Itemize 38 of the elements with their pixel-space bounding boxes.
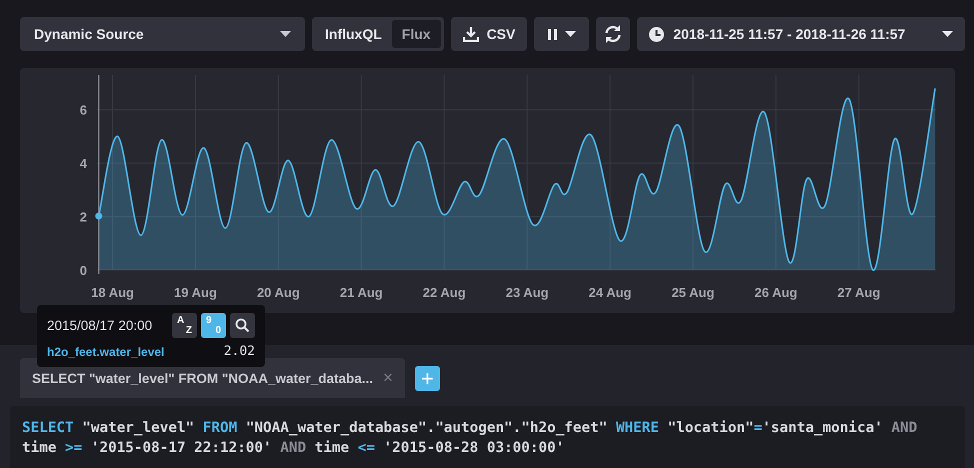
query-line: time >= '2015-08-17 22:12:00' AND time <= '2015-08-28 03:00:00' [22,439,566,458]
download-icon [462,26,479,42]
x-axis-label: 21 Aug [340,285,383,300]
refresh-icon [603,24,624,44]
x-axis-label: 27 Aug [837,285,880,300]
tooltip-series-name: h2o_feet.water_level [47,344,164,358]
source-dropdown[interactable]: Dynamic Source [20,17,305,51]
pause-icon [548,28,557,40]
refresh-button[interactable] [596,17,630,51]
x-axis-label: 26 Aug [754,285,798,300]
x-axis-label: 22 Aug [422,285,466,300]
search-icon [235,318,250,333]
query-editor[interactable]: SELECT "water_level" FROM "NOAA_water_database"."autogen"."h2o_feet" WHERE "location"='santa_monica' AND time >= '2015-08-17 22:12:00' AND time <= '2015-08-28 03:00:00' [10,406,965,468]
time-range-dropdown[interactable]: 2018-11-25 11:57 - 2018-11-26 11:57 [637,17,965,51]
tooltip-time: 2015/08/17 20:00 [47,318,152,333]
y-axis-label: 4 [80,156,87,172]
caret-icon [942,31,953,37]
caret-icon [564,31,576,37]
csv-button[interactable]: CSV [450,17,528,51]
tooltip-value: 2.02 [224,344,255,359]
hover-point [95,212,102,220]
clock-icon [649,26,664,42]
y-axis-label: 2 [80,210,87,225]
pause-button[interactable] [534,17,590,51]
query-line: SELECT "water_level" FROM "NOAA_water_database"."autogen"."h2o_feet" WHERE "location"='santa_monica' AND [22,419,918,438]
x-axis-label: 18 Aug [91,285,134,300]
x-axis-label: 24 Aug [588,285,632,300]
y-axis-label: 6 [80,102,87,118]
y-axis-label: 0 [80,263,87,278]
search-button[interactable] [230,313,255,338]
sort-button[interactable]: A Z [172,313,197,338]
language-tab[interactable]: InfluxQL [315,20,392,48]
x-axis-label: 20 Aug [256,285,300,300]
caret-icon [280,31,291,37]
x-axis-label: 23 Aug [506,285,549,300]
language-tab[interactable]: Flux [392,20,441,48]
x-axis-label: 19 Aug [174,285,217,300]
x-axis-label: 25 Aug [672,285,714,300]
